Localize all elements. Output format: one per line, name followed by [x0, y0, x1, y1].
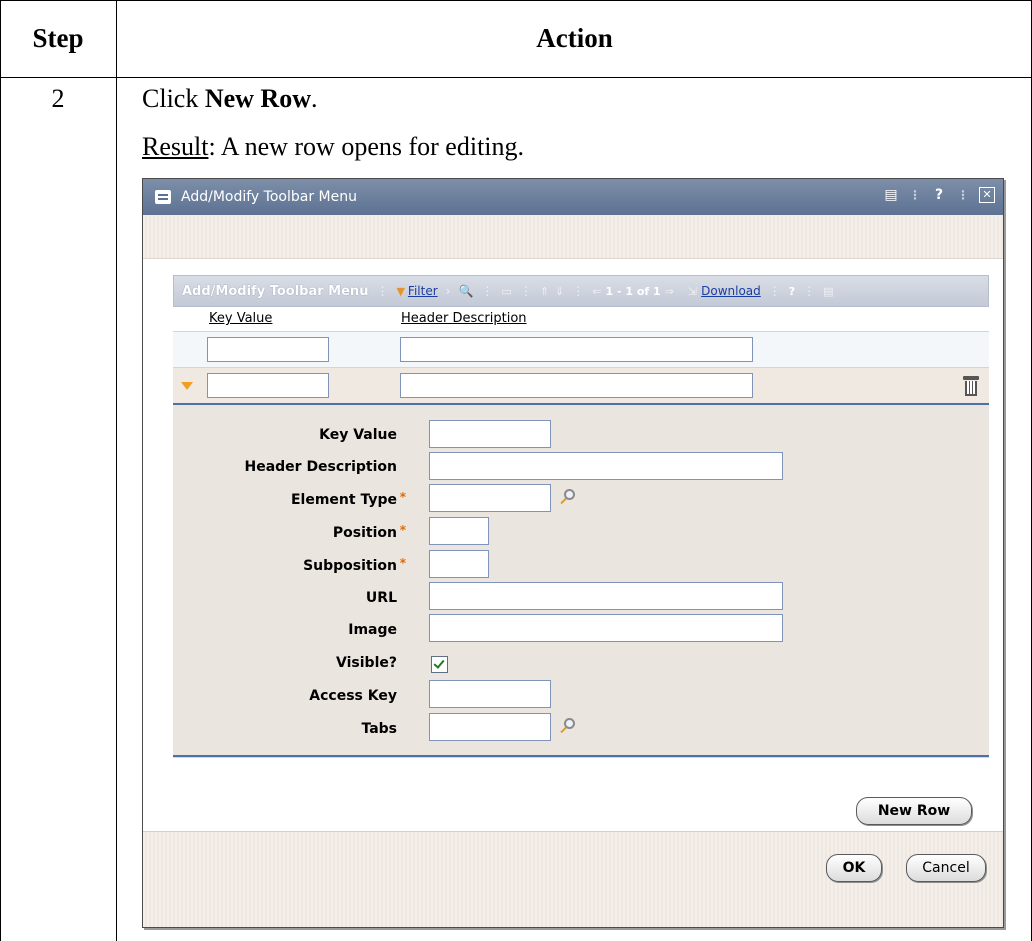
sort-down-icon[interactable]: ⇓	[555, 285, 564, 298]
result-body: : A new row opens for editing.	[208, 132, 525, 161]
separator: ›	[445, 284, 451, 298]
ok-button[interactable]: OK	[826, 854, 882, 882]
header-description-cell-input[interactable]	[400, 337, 753, 362]
row-detail-panel: Key Value Header Description Element Typ…	[173, 403, 989, 757]
pagination-text: 1 - 1 of 1	[605, 284, 661, 298]
element-type-label: Element Type *	[290, 490, 406, 508]
key-value-cell-input[interactable]	[207, 373, 329, 398]
dialog-title: Add/Modify Toolbar Menu	[181, 189, 357, 205]
step-number: 2	[51, 84, 65, 113]
image-input[interactable]	[429, 614, 783, 642]
separator: ⋮	[803, 284, 816, 298]
download-link[interactable]: Download	[701, 284, 761, 298]
position-text: Position	[332, 525, 397, 541]
tabs-label: Tabs	[361, 721, 397, 737]
separator: ⋮	[519, 284, 532, 298]
separator: ⋮	[376, 284, 389, 298]
dialog-message-strip	[143, 215, 1003, 259]
next-page-icon[interactable]: ⇒	[665, 285, 674, 298]
required-marker: *	[399, 556, 406, 570]
column-divider	[116, 0, 117, 941]
element-type-text: Element Type	[290, 492, 397, 508]
grid-view-icon[interactable]: ▤	[823, 285, 833, 298]
table-row-selected[interactable]	[173, 367, 989, 403]
tabs-input[interactable]	[429, 713, 551, 741]
separator: ⋮	[768, 284, 781, 298]
result-text: Result: A new row opens for editing.	[142, 132, 524, 162]
url-label: URL	[365, 590, 397, 606]
dialog-icon	[155, 190, 171, 204]
element-type-lookup-icon[interactable]	[559, 489, 577, 507]
title-controls: ▤ ⋮ ? ⋮ ✕	[883, 187, 995, 203]
cancel-button[interactable]: Cancel	[906, 854, 986, 882]
access-key-label: Access Key	[309, 688, 397, 704]
row-expand-arrow-icon[interactable]	[181, 382, 193, 390]
column-header-description[interactable]: Header Description	[401, 311, 527, 326]
grid-title: Add/Modify Toolbar Menu	[182, 283, 369, 299]
key-value-input[interactable]	[429, 420, 551, 448]
required-marker: *	[399, 490, 406, 504]
previous-page-icon[interactable]: ⇐	[592, 285, 601, 298]
grid-help-icon[interactable]: ?	[789, 285, 795, 298]
tabs-lookup-icon[interactable]	[559, 718, 577, 736]
download-icon[interactable]: ⇲	[688, 285, 697, 298]
subposition-text: Subposition	[303, 558, 397, 574]
key-value-label: Key Value	[319, 427, 397, 443]
subposition-input[interactable]	[429, 550, 489, 578]
result-label: Result	[142, 132, 209, 161]
delete-row-trash-icon[interactable]	[963, 376, 979, 396]
separator: ⋮	[572, 284, 585, 298]
column-header-key-value[interactable]: Key Value	[209, 311, 272, 326]
visible-label: Visible?	[336, 655, 397, 671]
sort-up-icon[interactable]: ⇑	[540, 285, 549, 298]
instruction-suffix: .	[311, 84, 318, 113]
new-row-button[interactable]: New Row	[856, 797, 972, 825]
close-icon[interactable]: ✕	[979, 187, 995, 203]
separator: ⋮	[481, 284, 494, 298]
key-value-cell-input[interactable]	[207, 337, 329, 362]
table-border-left	[0, 0, 1, 941]
url-input[interactable]	[429, 582, 783, 610]
visible-checkbox[interactable]	[431, 656, 448, 673]
table-row[interactable]	[173, 331, 989, 367]
add-modify-toolbar-dialog: Add/Modify Toolbar Menu ▤ ⋮ ? ⋮ ✕ Add/Mo…	[142, 178, 1004, 928]
header-action: Action	[536, 23, 613, 53]
required-marker: *	[399, 523, 406, 537]
header-description-label: Header Description	[244, 459, 397, 475]
position-label: Position *	[332, 523, 406, 541]
header-description-cell-input[interactable]	[400, 373, 753, 398]
subposition-label: Subposition *	[303, 556, 406, 574]
dialog-title-bar[interactable]: Add/Modify Toolbar Menu ▤ ⋮ ? ⋮ ✕	[143, 179, 1003, 215]
toolbar-menu-grid: Add/Modify Toolbar Menu ⋮ ▼ Filter › 🔍 ⋮…	[173, 275, 989, 803]
instruction-bold: New Row	[204, 84, 311, 113]
checkmark-icon	[433, 657, 445, 669]
help-icon[interactable]: ?	[931, 187, 947, 203]
filter-link[interactable]: Filter	[408, 284, 438, 298]
image-label: Image	[348, 622, 397, 638]
separator: ⋮	[957, 188, 969, 202]
personalize-icon[interactable]: ▭	[501, 285, 511, 298]
access-key-input[interactable]	[429, 680, 551, 708]
header-step: Step	[32, 23, 84, 53]
filter-icon[interactable]: ▼	[396, 285, 404, 298]
dialog-button-bar: OK Cancel	[143, 831, 1003, 927]
window-icon[interactable]: ▤	[883, 187, 899, 203]
find-binoculars-icon[interactable]: 🔍	[458, 284, 473, 298]
element-type-input[interactable]	[429, 484, 551, 512]
header-divider	[0, 77, 1032, 78]
position-input[interactable]	[429, 517, 489, 545]
separator: ⋮	[909, 188, 921, 202]
column-headers: Key Value Header Description	[173, 307, 989, 331]
header-description-input[interactable]	[429, 452, 783, 480]
instruction-text: Click New Row.	[142, 84, 318, 114]
grid-toolbar: Add/Modify Toolbar Menu ⋮ ▼ Filter › 🔍 ⋮…	[173, 275, 989, 307]
instruction-prefix: Click	[142, 84, 205, 113]
